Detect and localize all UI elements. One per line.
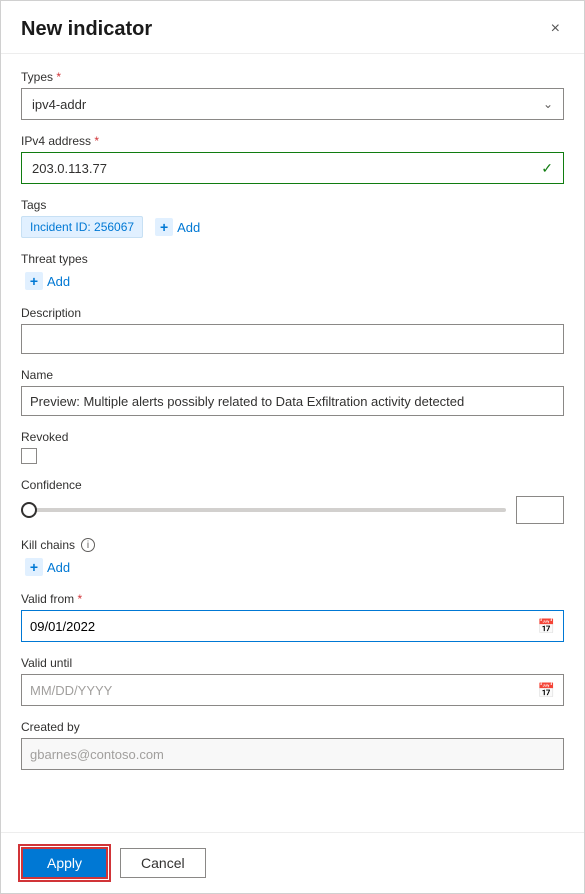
- revoked-section: Revoked: [21, 430, 564, 464]
- types-value: ipv4-addr: [32, 97, 86, 112]
- tags-add-button[interactable]: + Add: [151, 216, 204, 238]
- modal-title: New indicator: [21, 18, 152, 41]
- created-by-value: gbarnes@contoso.com: [30, 747, 164, 762]
- new-indicator-modal: New indicator × Types * ipv4-addr ⌄ IPv4…: [0, 0, 585, 894]
- check-icon: ✓: [541, 160, 553, 177]
- kill-chains-label: Kill chains: [21, 538, 75, 552]
- tag-chip: Incident ID: 256067: [21, 216, 143, 238]
- modal-header: New indicator ×: [1, 1, 584, 54]
- confidence-slider[interactable]: [21, 508, 506, 512]
- kill-chains-section: Kill chains i + Add: [21, 538, 564, 578]
- types-label: Types *: [21, 70, 564, 84]
- calendar-icon: 📅: [538, 618, 555, 635]
- info-icon[interactable]: i: [81, 538, 95, 552]
- ipv4-address-label: IPv4 address *: [21, 134, 564, 148]
- apply-button[interactable]: Apply: [21, 847, 108, 879]
- tags-add-label: Add: [177, 220, 200, 235]
- revoked-checkbox[interactable]: [21, 448, 37, 464]
- valid-until-input[interactable]: MM/DD/YYYY 📅: [21, 674, 564, 706]
- types-select[interactable]: ipv4-addr ⌄: [21, 88, 564, 120]
- kill-chains-add-button[interactable]: + Add: [21, 556, 74, 578]
- confidence-label: Confidence: [21, 478, 564, 492]
- threat-types-section: Threat types + Add: [21, 252, 564, 292]
- valid-until-field-group: Valid until MM/DD/YYYY 📅: [21, 656, 564, 706]
- description-input[interactable]: [21, 324, 564, 354]
- valid-from-input[interactable]: 09/01/2022 📅: [21, 610, 564, 642]
- threat-types-add-button[interactable]: + Add: [21, 270, 74, 292]
- created-by-label: Created by: [21, 720, 564, 734]
- valid-from-field-group: Valid from * 09/01/2022 📅: [21, 592, 564, 642]
- ipv4-address-field-group: IPv4 address * 203.0.113.77 ✓: [21, 134, 564, 184]
- tags-container: Incident ID: 256067 + Add: [21, 216, 564, 238]
- modal-footer: Apply Cancel: [1, 832, 584, 893]
- plus-icon: +: [25, 272, 43, 290]
- name-input[interactable]: [21, 386, 564, 416]
- ipv4-address-value: 203.0.113.77: [32, 161, 107, 176]
- valid-until-label: Valid until: [21, 656, 564, 670]
- revoked-label: Revoked: [21, 430, 564, 444]
- threat-types-label: Threat types: [21, 252, 564, 266]
- tags-field-group: Tags Incident ID: 256067 + Add: [21, 198, 564, 238]
- modal-body: Types * ipv4-addr ⌄ IPv4 address * 203.0…: [1, 54, 584, 832]
- slider-container: [21, 508, 506, 512]
- description-label: Description: [21, 306, 564, 320]
- valid-from-value: 09/01/2022: [30, 619, 95, 634]
- confidence-value-box: [516, 496, 564, 524]
- plus-icon: +: [155, 218, 173, 236]
- confidence-section: Confidence: [21, 478, 564, 524]
- confidence-row: [21, 496, 564, 524]
- valid-until-placeholder: MM/DD/YYYY: [30, 683, 112, 698]
- types-field-group: Types * ipv4-addr ⌄: [21, 70, 564, 120]
- cancel-button[interactable]: Cancel: [120, 848, 206, 878]
- valid-from-label: Valid from *: [21, 592, 564, 606]
- calendar-icon: 📅: [538, 682, 555, 699]
- name-field-group: Name: [21, 368, 564, 416]
- plus-icon: +: [25, 558, 43, 576]
- revoked-checkbox-container: [21, 448, 564, 464]
- kill-chains-add-label: Add: [47, 560, 70, 575]
- chevron-down-icon: ⌄: [543, 97, 553, 111]
- created-by-input: gbarnes@contoso.com: [21, 738, 564, 770]
- kill-chains-header: Kill chains i: [21, 538, 564, 552]
- description-field-group: Description: [21, 306, 564, 354]
- created-by-field-group: Created by gbarnes@contoso.com: [21, 720, 564, 770]
- close-button[interactable]: ×: [547, 17, 564, 41]
- threat-types-add-label: Add: [47, 274, 70, 289]
- ipv4-address-input[interactable]: 203.0.113.77 ✓: [21, 152, 564, 184]
- name-label: Name: [21, 368, 564, 382]
- tags-label: Tags: [21, 198, 564, 212]
